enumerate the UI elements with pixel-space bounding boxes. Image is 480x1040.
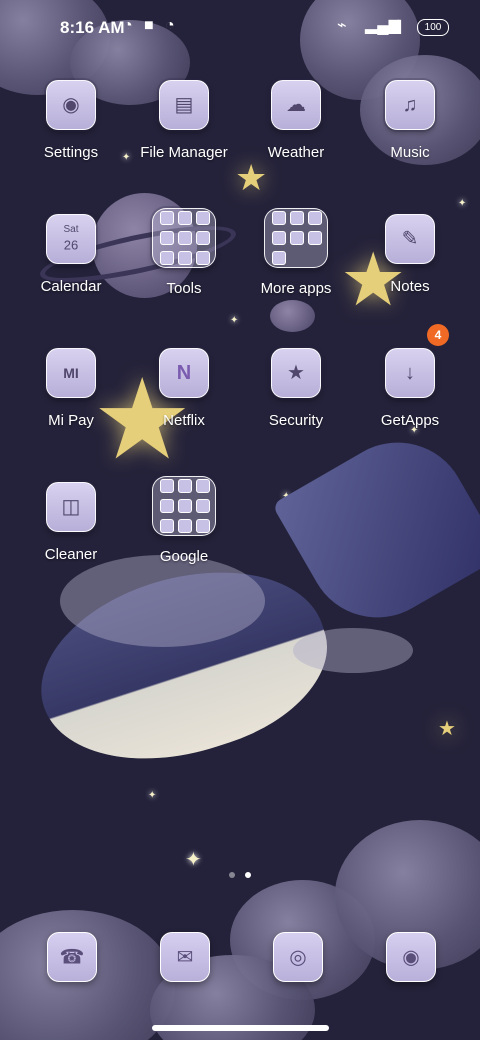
- app-label: Mi Pay: [48, 412, 94, 429]
- netflix-icon: N: [159, 348, 209, 398]
- mini-app-icon: [178, 519, 192, 533]
- file-manager-icon: ▤: [159, 80, 209, 130]
- settings-icon: ◉: [46, 80, 96, 130]
- browser-icon: ◎: [289, 946, 307, 969]
- camera-button[interactable]: ◉: [386, 932, 436, 982]
- page-indicator: [229, 872, 251, 878]
- folder-icon: [152, 208, 216, 268]
- mini-app-icon: [308, 211, 322, 225]
- calendar-icon: Sat 26: [46, 214, 96, 264]
- mini-app-icon: [196, 499, 210, 513]
- yellow-star-decoration: ★: [235, 157, 268, 198]
- mini-app-icon: [178, 479, 192, 493]
- mini-app-icon: [178, 211, 192, 225]
- app-label: More apps: [260, 280, 332, 297]
- folder-more-apps[interactable]: More apps: [241, 208, 351, 297]
- folder-icon: [152, 476, 216, 536]
- mini-app-icon: [178, 499, 192, 513]
- app-label: Weather: [267, 144, 325, 161]
- mini-app-icon: [160, 251, 174, 265]
- mini-app-icon: [308, 231, 322, 245]
- browser-button[interactable]: ◎: [273, 932, 323, 982]
- weather-icon: ☁: [271, 80, 321, 130]
- app-notification-icon: ◔: [165, 17, 175, 34]
- app-mi-pay[interactable]: MI Mi Pay: [16, 348, 126, 429]
- mi-pay-icon: MI: [46, 348, 96, 398]
- messages-icon: ✉: [176, 946, 194, 969]
- status-bar: 8:16 AM ◔ ■ ◔ ⌁ ▂▄▆ ◜ 100: [0, 0, 480, 56]
- silent-icon: ⌁: [337, 17, 347, 34]
- app-label: Settings: [43, 144, 99, 161]
- cloud-on-whale-decoration: [60, 555, 265, 647]
- mini-app-icon: [196, 251, 210, 265]
- folder-icon: [264, 208, 328, 268]
- mini-app-icon: [272, 251, 286, 265]
- notes-icon: ✎: [385, 214, 435, 264]
- app-label: Security: [268, 412, 324, 429]
- app-notification-icon: ◔: [123, 17, 133, 34]
- mini-app-icon: [196, 231, 210, 245]
- sparkle-icon: ✦: [185, 849, 202, 871]
- mini-app-icon: [290, 211, 304, 225]
- mini-app-icon: [196, 479, 210, 493]
- app-getapps[interactable]: ↓ 4 GetApps: [355, 324, 465, 429]
- sparkle-icon: ✦: [458, 198, 467, 209]
- square-icon: ■: [144, 17, 154, 34]
- mini-app-icon: [272, 211, 286, 225]
- notification-badge: 4: [427, 324, 449, 346]
- page-dot-1: [229, 872, 235, 878]
- small-planet-decoration: [270, 300, 315, 332]
- mini-app-icon: [160, 231, 174, 245]
- app-label: Music: [390, 144, 430, 161]
- security-shield-icon: ★: [271, 348, 321, 398]
- app-label: File Manager: [140, 144, 228, 161]
- wifi-icon: ◜: [393, 17, 400, 34]
- home-indicator[interactable]: [152, 1025, 329, 1031]
- yellow-star-decoration: ★: [438, 718, 456, 740]
- mini-app-icon: [272, 231, 286, 245]
- mini-app-icon: [196, 519, 210, 533]
- folder-tools[interactable]: Tools: [129, 208, 239, 297]
- mini-app-icon: [160, 499, 174, 513]
- app-label: Cleaner: [44, 546, 98, 563]
- battery-level: 100: [417, 19, 449, 36]
- page-dot-2: [245, 872, 251, 878]
- cleaner-icon: ◫: [46, 482, 96, 532]
- app-label: Google: [159, 548, 209, 565]
- app-settings[interactable]: ◉ Settings: [16, 80, 126, 161]
- app-label: Notes: [390, 278, 430, 295]
- app-music[interactable]: ♫ Music: [355, 80, 465, 161]
- clock-time: 8:16 AM: [60, 18, 125, 37]
- small-cloud-decoration: [293, 628, 413, 673]
- getapps-icon: ↓: [385, 348, 435, 398]
- app-netflix[interactable]: N Netflix: [129, 348, 239, 429]
- app-security[interactable]: ★ Security: [241, 348, 351, 429]
- phone-button[interactable]: ☎: [47, 932, 97, 982]
- app-label: Tools: [166, 280, 202, 297]
- app-label: GetApps: [380, 412, 440, 429]
- app-file-manager[interactable]: ▤ File Manager: [129, 80, 239, 161]
- messages-button[interactable]: ✉: [160, 932, 210, 982]
- sparkle-icon: ✦: [230, 315, 239, 326]
- mini-app-icon: [196, 211, 210, 225]
- app-calendar[interactable]: Sat 26 Calendar: [16, 214, 126, 295]
- mini-app-icon: [160, 211, 174, 225]
- app-notes[interactable]: ✎ Notes: [355, 214, 465, 295]
- app-label: Calendar: [40, 278, 102, 295]
- app-cleaner[interactable]: ◫ Cleaner: [16, 482, 126, 563]
- mini-app-icon: [290, 231, 304, 245]
- mini-app-icon: [160, 479, 174, 493]
- app-label: Netflix: [163, 412, 205, 429]
- camera-icon: ◉: [402, 946, 420, 969]
- sparkle-icon: ✦: [148, 790, 157, 801]
- mini-app-icon: [178, 231, 192, 245]
- music-icon: ♫: [385, 80, 435, 130]
- mini-app-icon: [160, 519, 174, 533]
- phone-icon: ☎: [59, 946, 85, 969]
- app-weather[interactable]: ☁ Weather: [241, 80, 351, 161]
- folder-google[interactable]: Google: [129, 476, 239, 565]
- mini-app-icon: [178, 251, 192, 265]
